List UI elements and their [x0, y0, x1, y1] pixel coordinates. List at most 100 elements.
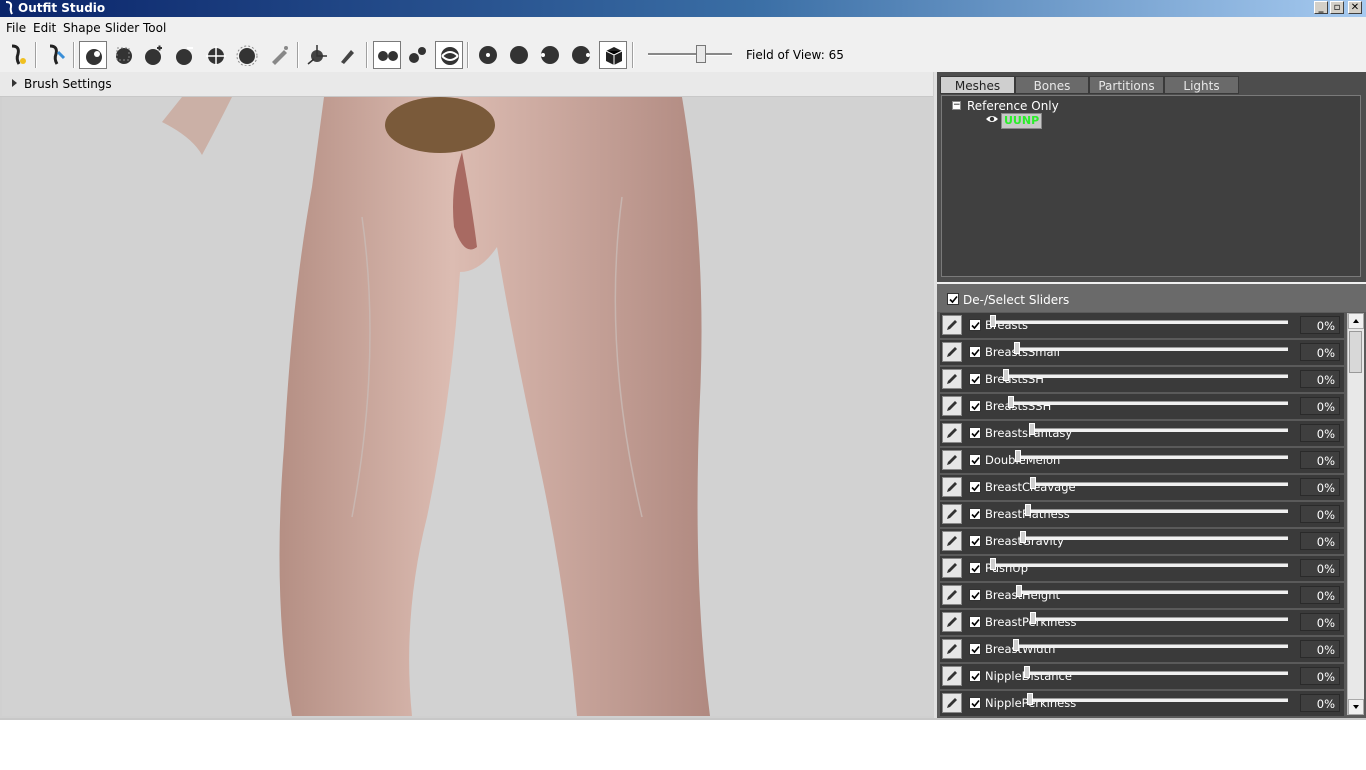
- mesh-tree[interactable]: − Reference Only UUNP: [941, 95, 1361, 277]
- slider-value-field[interactable]: 0%: [1300, 640, 1340, 658]
- tree-root-label[interactable]: Reference Only: [967, 99, 1059, 113]
- slider-edit-button[interactable]: [942, 369, 962, 389]
- view-left-button[interactable]: [536, 41, 564, 69]
- slider-edit-button[interactable]: [942, 585, 962, 605]
- pivot-button[interactable]: [333, 41, 361, 69]
- slider-track[interactable]: [1018, 590, 1288, 594]
- slider-edit-button[interactable]: [942, 477, 962, 497]
- slider-track[interactable]: [1026, 671, 1288, 675]
- slider-thumb[interactable]: [1027, 693, 1033, 705]
- slider-checkbox[interactable]: [969, 535, 981, 547]
- view-back-button[interactable]: [505, 41, 533, 69]
- slider-track[interactable]: [992, 320, 1288, 324]
- slider-value-field[interactable]: 0%: [1300, 667, 1340, 685]
- slider-thumb[interactable]: [1030, 612, 1036, 624]
- tree-mesh-item[interactable]: UUNP: [1001, 113, 1043, 129]
- brush-move-button[interactable]: [202, 41, 230, 69]
- slider-value-field[interactable]: 0%: [1300, 424, 1340, 442]
- close-button[interactable]: ✕: [1348, 1, 1362, 14]
- slider-thumb[interactable]: [990, 315, 996, 327]
- slider-checkbox[interactable]: [969, 562, 981, 574]
- slider-thumb[interactable]: [1003, 369, 1009, 381]
- slider-thumb[interactable]: [1024, 666, 1030, 678]
- slider-track[interactable]: [1031, 428, 1288, 432]
- slider-edit-button[interactable]: [942, 504, 962, 524]
- menu-file[interactable]: File: [6, 21, 26, 35]
- brush-smooth-button[interactable]: [233, 41, 261, 69]
- slider-checkbox[interactable]: [969, 346, 981, 358]
- slider-checkbox[interactable]: [969, 589, 981, 601]
- slider-list-scrollbar[interactable]: [1347, 313, 1364, 715]
- slider-thumb[interactable]: [1015, 450, 1021, 462]
- connected-only-button[interactable]: [404, 41, 432, 69]
- slider-value-field[interactable]: 0%: [1300, 370, 1340, 388]
- slider-track[interactable]: [1032, 482, 1288, 486]
- slider-edit-button[interactable]: [942, 396, 962, 416]
- slider-edit-button[interactable]: [942, 639, 962, 659]
- deselect-sliders-checkbox[interactable]: [947, 293, 959, 305]
- scrollbar-thumb[interactable]: [1349, 331, 1362, 373]
- slider-track[interactable]: [1010, 401, 1288, 405]
- collapse-icon[interactable]: −: [952, 101, 961, 110]
- slider-track[interactable]: [1027, 509, 1288, 513]
- slider-checkbox[interactable]: [969, 508, 981, 520]
- menu-slider[interactable]: Slider: [105, 21, 139, 35]
- eye-icon[interactable]: [985, 113, 999, 125]
- slider-thumb[interactable]: [1030, 477, 1036, 489]
- transform-button[interactable]: [303, 41, 331, 69]
- slider-checkbox[interactable]: [969, 427, 981, 439]
- slider-value-field[interactable]: 0%: [1300, 613, 1340, 631]
- slider-edit-button[interactable]: [942, 423, 962, 443]
- slider-edit-button[interactable]: [942, 531, 962, 551]
- slider-track[interactable]: [1032, 617, 1288, 621]
- brush-mask-button[interactable]: [110, 41, 138, 69]
- slider-value-field[interactable]: 0%: [1300, 343, 1340, 361]
- slider-track[interactable]: [1015, 644, 1288, 648]
- fov-slider[interactable]: [648, 44, 734, 66]
- minimize-button[interactable]: _: [1314, 1, 1328, 14]
- slider-edit-button[interactable]: [942, 558, 962, 578]
- xmirror-button[interactable]: [373, 41, 401, 69]
- menu-tool[interactable]: Tool: [143, 21, 166, 35]
- slider-checkbox[interactable]: [969, 400, 981, 412]
- menu-shape[interactable]: Shape: [63, 21, 101, 35]
- slider-checkbox[interactable]: [969, 643, 981, 655]
- slider-edit-button[interactable]: [942, 612, 962, 632]
- slider-checkbox[interactable]: [969, 697, 981, 709]
- slider-thumb[interactable]: [1013, 639, 1019, 651]
- slider-track[interactable]: [992, 563, 1288, 567]
- brush-settings-header[interactable]: Brush Settings: [0, 72, 933, 97]
- fov-slider-thumb[interactable]: [696, 45, 706, 63]
- tab-lights[interactable]: Lights: [1164, 76, 1239, 94]
- brush-deflate-button[interactable]: [171, 41, 199, 69]
- slider-thumb[interactable]: [1016, 585, 1022, 597]
- brush-standard-button[interactable]: [79, 41, 107, 69]
- slider-edit-button[interactable]: [942, 693, 962, 713]
- slider-value-field[interactable]: 0%: [1300, 451, 1340, 469]
- 3d-viewport[interactable]: [2, 97, 933, 716]
- slider-thumb[interactable]: [1025, 504, 1031, 516]
- slider-checkbox[interactable]: [969, 319, 981, 331]
- restore-button[interactable]: ▫: [1330, 1, 1344, 14]
- slider-checkbox[interactable]: [969, 454, 981, 466]
- slider-track[interactable]: [1029, 698, 1288, 702]
- slider-checkbox[interactable]: [969, 616, 981, 628]
- slider-value-field[interactable]: 0%: [1300, 397, 1340, 415]
- slider-thumb[interactable]: [1008, 396, 1014, 408]
- slider-track[interactable]: [1017, 455, 1288, 459]
- slider-thumb[interactable]: [1029, 423, 1035, 435]
- slider-edit-button[interactable]: [942, 315, 962, 335]
- slider-thumb[interactable]: [1014, 342, 1020, 354]
- load-outfit-button[interactable]: [41, 41, 69, 69]
- slider-value-field[interactable]: 0%: [1300, 478, 1340, 496]
- slider-track[interactable]: [1022, 536, 1288, 540]
- global-brush-button[interactable]: [435, 41, 463, 69]
- slider-track[interactable]: [1005, 374, 1288, 378]
- tab-bones[interactable]: Bones: [1015, 76, 1089, 94]
- tab-meshes[interactable]: Meshes: [940, 76, 1015, 94]
- brush-inflate-button[interactable]: [140, 41, 168, 69]
- tab-partitions[interactable]: Partitions: [1089, 76, 1164, 94]
- slider-edit-button[interactable]: [942, 342, 962, 362]
- menu-edit[interactable]: Edit: [33, 21, 56, 35]
- slider-value-field[interactable]: 0%: [1300, 586, 1340, 604]
